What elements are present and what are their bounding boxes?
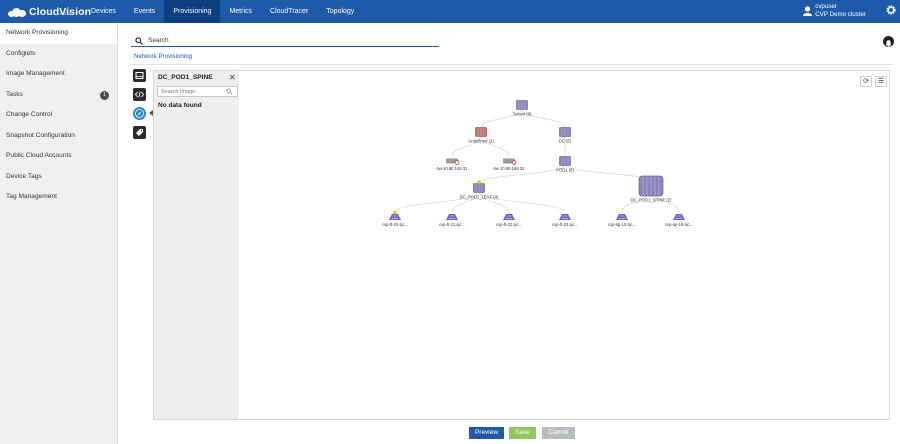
sidebar-item-label: Change Control bbox=[6, 111, 53, 118]
nav-cloudtracer[interactable]: CloudTracer bbox=[261, 0, 317, 23]
sidebar-item-configlets[interactable]: Configlets bbox=[0, 44, 117, 65]
topology-node-label: POD1 (6) bbox=[556, 168, 574, 173]
nav-topology[interactable]: Topology bbox=[317, 0, 363, 23]
nav-events[interactable]: Events bbox=[125, 0, 164, 23]
nav-provisioning[interactable]: Provisioning bbox=[164, 0, 221, 23]
topology-node-label: cvp-ft-20.sjc... bbox=[382, 222, 408, 227]
sidebar-item-label: Snapshot Configuration bbox=[6, 131, 75, 139]
topology-node-s16[interactable]: cvp-sp-16.sjc... bbox=[665, 214, 693, 227]
sidebar-item-public-cloud-accounts[interactable]: Public Cloud Accounts bbox=[0, 146, 117, 167]
topology-node-spine[interactable]: DC_POD1_SPINE (2) bbox=[631, 175, 673, 203]
topology-node-sw32[interactable]: sw-10.90.168.32 bbox=[494, 158, 526, 172]
topology-node-sw31[interactable]: sw-10.90.168.31 bbox=[437, 158, 469, 172]
topology-node-label: Tenant (6) bbox=[513, 112, 532, 117]
brand-sub: ARISTA bbox=[57, 12, 72, 16]
topology-graph: Tenant (6) Undefined (2) DC (5) sw-10.90.16… bbox=[382, 100, 693, 227]
sidebar-item-label: Public Cloud Accounts bbox=[6, 152, 72, 159]
topology-node-label: cvp-ft-22.sjc... bbox=[496, 222, 522, 227]
topology-node-undefined[interactable]: Undefined (2) bbox=[468, 127, 494, 144]
topology-node-s15[interactable]: cvp-sp-15.sjc... bbox=[608, 214, 636, 227]
topology-panel: DC_POD1_SPINE ✕ No data found ⟳ ☰ Tenant… bbox=[153, 70, 890, 420]
user-name: cvpuser bbox=[815, 3, 837, 10]
topology-node-dc[interactable]: DC (5) bbox=[559, 127, 572, 144]
main-nav: Devices Events Provisioning Metrics CloudTra… bbox=[82, 0, 363, 23]
search-input[interactable]: Search bbox=[131, 36, 439, 47]
topology-node-label: cvp-ft-23.sjc... bbox=[552, 222, 578, 227]
search-icon bbox=[135, 37, 143, 45]
cloudvision-logo[interactable]: CloudVision bbox=[8, 4, 91, 20]
sidebar-item-label: Network Provisioning bbox=[6, 29, 68, 36]
sidebar-item-label: Image Management bbox=[6, 70, 65, 77]
task-count-badge: 1 bbox=[100, 90, 109, 100]
topology-node-pod1[interactable]: POD1 (6) bbox=[556, 156, 574, 173]
sidebar-item-snapshot-configuration[interactable]: Snapshot Configuration bbox=[0, 126, 117, 147]
topology-node-l23[interactable]: cvp-ft-23.sjc... bbox=[552, 214, 578, 227]
cancel-button[interactable]: Cancel bbox=[542, 427, 575, 439]
sidebar-item-label: Tag Management bbox=[6, 193, 57, 200]
sidebar: Network Provisioning Configlets Image Mana… bbox=[0, 23, 118, 444]
topology-node-tenant[interactable]: Tenant (6) bbox=[513, 100, 532, 117]
nav-metrics[interactable]: Metrics bbox=[220, 0, 261, 23]
save-button[interactable]: Save bbox=[509, 427, 536, 439]
topology-node-label: Undefined (2) bbox=[468, 139, 494, 144]
sidebar-item-device-tags[interactable]: Device Tags bbox=[0, 167, 117, 188]
sidebar-item-image-management[interactable]: Image Management bbox=[0, 64, 117, 85]
sidebar-item-tag-management[interactable]: Tag Management bbox=[0, 187, 117, 208]
tag-icon[interactable] bbox=[133, 126, 146, 139]
notification-bell-icon[interactable] bbox=[883, 36, 894, 48]
topology-node-label: DC (5) bbox=[559, 139, 572, 144]
toolstrip bbox=[133, 69, 147, 145]
topology-node-label: DC_POD1_LEAF (4) bbox=[460, 195, 499, 200]
topology-node-l22[interactable]: cvp-ft-22.sjc... bbox=[496, 214, 522, 227]
image-icon[interactable] bbox=[133, 69, 146, 82]
search-placeholder: Search bbox=[148, 37, 169, 44]
sidebar-item-label: Tasks bbox=[6, 90, 23, 98]
code-icon[interactable] bbox=[133, 88, 146, 101]
cluster-name: CVP Demo cluster bbox=[815, 11, 866, 18]
topology-node-l20[interactable]: cvp-ft-20.sjc... bbox=[382, 210, 408, 227]
topology-node-leaf[interactable]: DC_POD1_LEAF (4) bbox=[460, 180, 499, 200]
topology-node-label: sw-10.90.168.31 bbox=[437, 166, 469, 171]
topology-link bbox=[564, 164, 652, 182]
user-info[interactable]: cvpuser CVP Demo cluster bbox=[815, 3, 866, 19]
sidebar-item-label: Device Tags bbox=[6, 172, 42, 180]
topology-node-label: cvp-sp-15.sjc... bbox=[608, 222, 636, 227]
topology-node-label: cvp-ft-21.sjc... bbox=[439, 222, 465, 227]
topology-node-label: sw-10.90.168.32 bbox=[494, 166, 526, 171]
topology-node-l21[interactable]: cvp-ft-21.sjc... bbox=[439, 214, 465, 227]
breadcrumb[interactable]: Network Provisioning bbox=[134, 53, 192, 60]
cloud-icon bbox=[8, 7, 26, 17]
nav-devices[interactable]: Devices bbox=[82, 0, 125, 23]
sidebar-item-change-control[interactable]: Change Control bbox=[0, 105, 117, 126]
sidebar-item-tasks[interactable]: Tasks 1 bbox=[0, 85, 117, 106]
sidebar-item-network-provisioning[interactable]: Network Provisioning bbox=[0, 23, 117, 44]
divider bbox=[131, 64, 893, 65]
user-icon[interactable] bbox=[803, 6, 812, 16]
gear-icon[interactable] bbox=[885, 4, 897, 16]
compass-icon[interactable] bbox=[133, 107, 146, 120]
top-nav-bar: CloudVision ARISTA Devices Events Provisio… bbox=[0, 0, 900, 23]
sidebar-item-label: Configlets bbox=[6, 49, 36, 57]
preview-button[interactable]: Preview bbox=[469, 427, 504, 439]
topology-node-label: DC_POD1_SPINE (2) bbox=[631, 198, 673, 203]
topology-node-label: cvp-sp-16.sjc... bbox=[665, 222, 693, 227]
